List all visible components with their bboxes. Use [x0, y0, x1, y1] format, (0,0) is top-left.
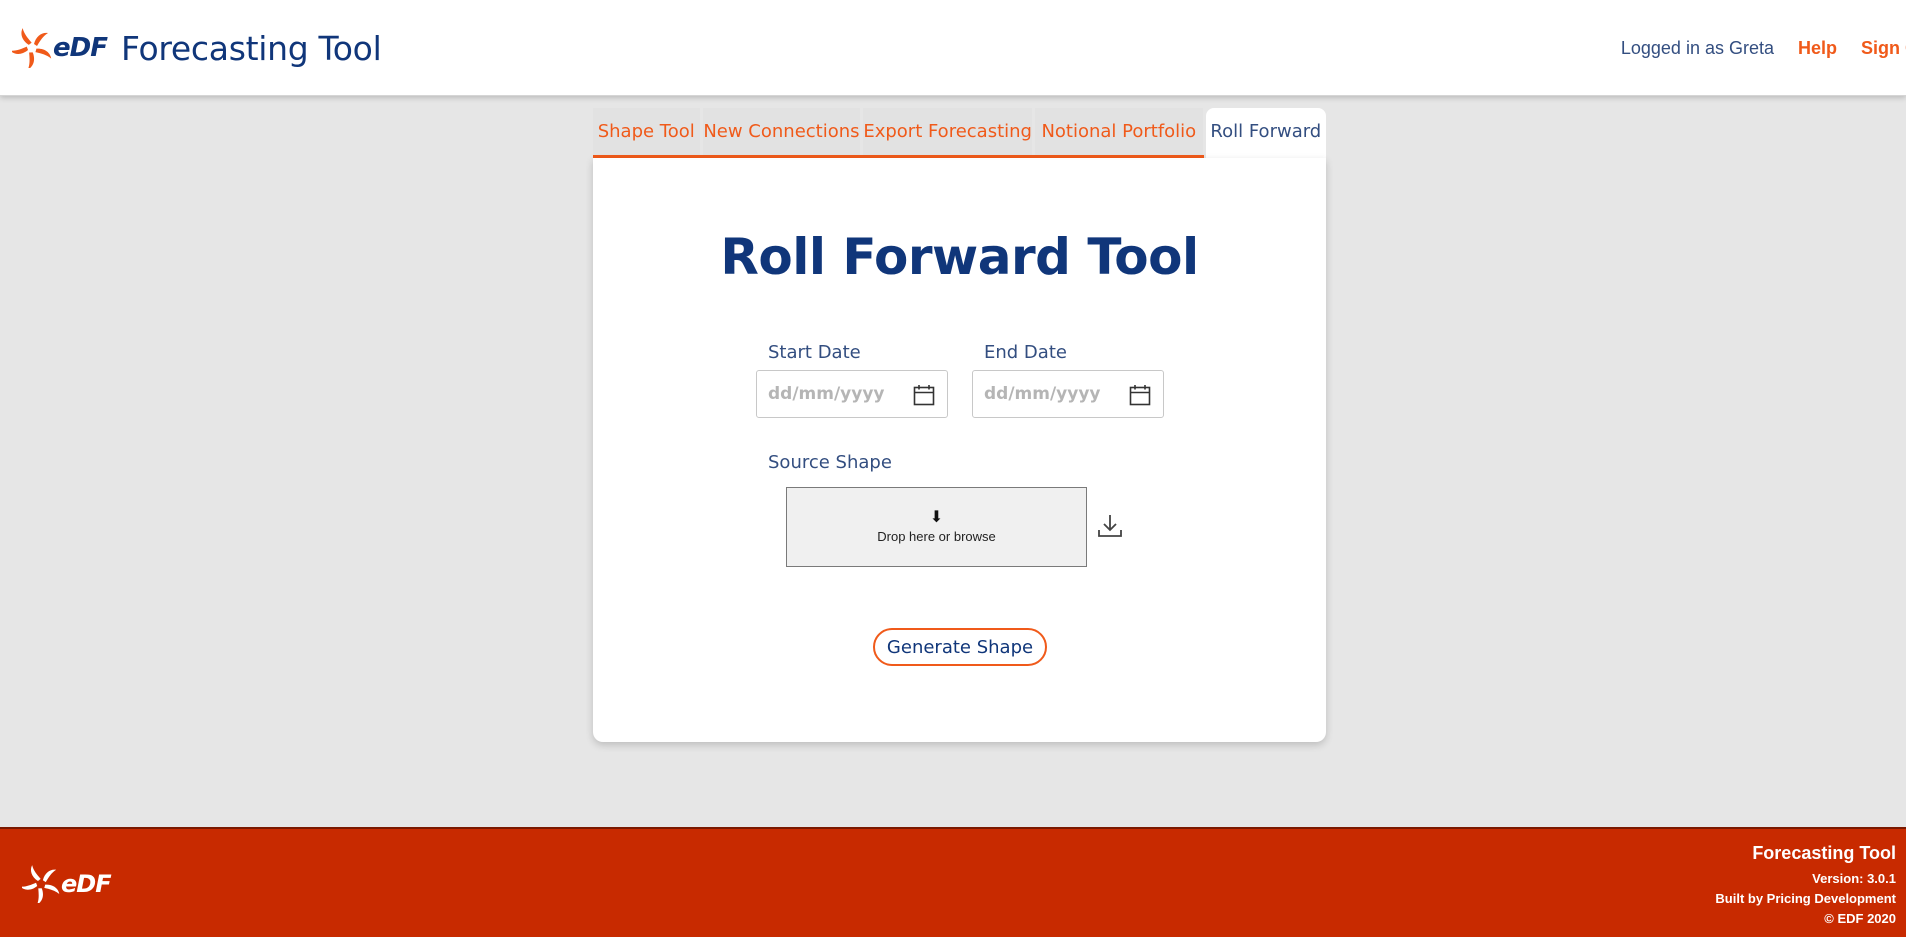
user-nav: Logged in as Greta Help Sign Out	[1621, 38, 1906, 59]
dropzone-text: Drop here or browse	[877, 529, 996, 544]
start-date-placeholder: dd/mm/yyyy	[768, 384, 885, 404]
source-shape-dropzone[interactable]: ⬇ Drop here or browse	[786, 487, 1087, 567]
app-footer: eDF Forecasting Tool Version: 3.0.1 Buil…	[0, 827, 1906, 937]
tab-shape-tool[interactable]: Shape Tool	[593, 108, 700, 158]
page-title: Roll Forward Tool	[720, 228, 1199, 286]
sign-out-link[interactable]: Sign Out	[1861, 38, 1906, 59]
tab-roll-forward[interactable]: Roll Forward	[1205, 108, 1326, 158]
footer-version: Version: 3.0.1	[1812, 871, 1896, 886]
calendar-icon[interactable]	[1129, 384, 1151, 406]
start-date-label: Start Date	[768, 342, 861, 363]
tab-notional-portfolio[interactable]: Notional Portfolio	[1034, 108, 1203, 158]
app-title: Forecasting Tool	[120, 28, 382, 68]
edf-sun-icon	[12, 28, 52, 68]
end-date-input[interactable]: dd/mm/yyyy	[972, 370, 1164, 418]
tab-new-connections[interactable]: New Connections	[702, 108, 861, 158]
generate-shape-button[interactable]: Generate Shape	[873, 628, 1047, 666]
end-date-placeholder: dd/mm/yyyy	[984, 384, 1101, 404]
down-arrow-icon: ⬇	[929, 509, 944, 526]
brand[interactable]: eDF Forecasting Tool	[12, 26, 382, 70]
tab-export-forecasting[interactable]: Export Forecasting	[863, 108, 1032, 158]
help-link[interactable]: Help	[1798, 38, 1837, 59]
footer-title: Forecasting Tool	[1752, 843, 1896, 863]
edf-logo: eDF	[12, 26, 108, 70]
tab-bar: Shape Tool New Connections Export Foreca…	[593, 108, 1326, 158]
logged-in-label: Logged in as Greta	[1620, 38, 1774, 58]
start-date-input[interactable]: dd/mm/yyyy	[756, 370, 948, 418]
end-date-label: End Date	[984, 342, 1067, 363]
calendar-icon[interactable]	[913, 384, 935, 406]
footer-logo: eDF	[22, 865, 112, 903]
edf-sun-icon	[22, 865, 60, 903]
footer-built-by: Built by Pricing Development	[1715, 891, 1896, 906]
roll-forward-panel: Roll Forward Tool Start Date dd/mm/yyyy …	[593, 158, 1326, 742]
source-shape-label: Source Shape	[768, 452, 892, 473]
download-icon[interactable]	[1096, 512, 1124, 540]
footer-copyright: © EDF 2020	[1824, 911, 1896, 926]
logo-text: eDF	[53, 33, 108, 63]
app-header: eDF Forecasting Tool Logged in as Greta …	[0, 0, 1906, 96]
footer-logo-text: eDF	[61, 870, 112, 898]
footer-info: Forecasting Tool Version: 3.0.1 Built by…	[1715, 843, 1896, 929]
